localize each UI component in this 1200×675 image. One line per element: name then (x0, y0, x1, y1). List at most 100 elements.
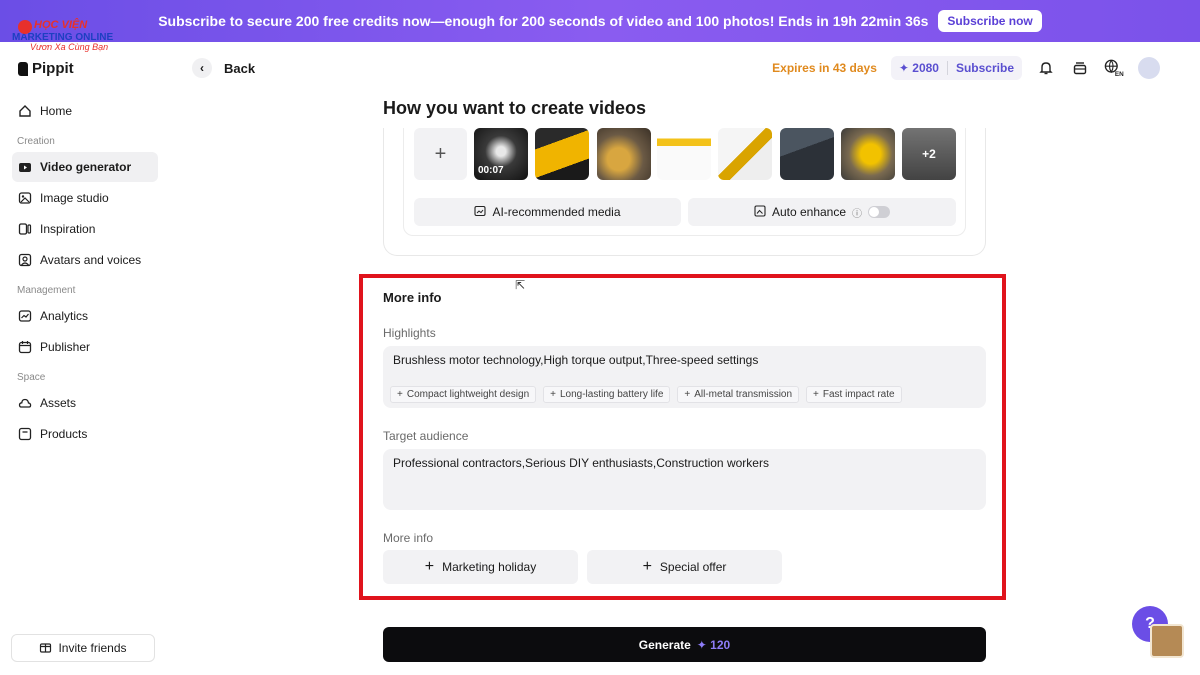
suggestion-chip[interactable]: + Fast impact rate (806, 386, 902, 403)
special-offer-button[interactable]: + Special offer (587, 550, 782, 584)
app-name: Pippit (32, 60, 74, 77)
media-icon (474, 205, 487, 220)
watermark-dot-icon (18, 20, 32, 34)
sidebar-item-label: Video generator (40, 160, 132, 174)
user-avatar[interactable] (1138, 57, 1160, 79)
pippit-logo-icon (18, 61, 28, 76)
sidebar-item-image-studio[interactable]: Image studio (12, 183, 158, 213)
promo-text: Subscribe to secure 200 free credits now… (158, 13, 929, 29)
generate-cost: ✦ 120 (696, 637, 731, 652)
media-thumbnail[interactable] (780, 128, 834, 180)
plus-icon: + (434, 142, 447, 165)
media-thumbnail[interactable] (597, 128, 651, 180)
language-code: EN (1115, 71, 1124, 78)
sidebar-item-assets[interactable]: Assets (12, 388, 158, 418)
invite-friends-button[interactable]: Invite friends (11, 634, 155, 662)
sidebar-item-label: Analytics (40, 309, 89, 323)
highlights-value: Brushless motor technology,High torque o… (393, 353, 759, 367)
sidebar-item-products[interactable]: Products (12, 419, 158, 449)
suggestion-chip[interactable]: + All-metal transmission (677, 386, 800, 403)
suggestion-chips: + Compact lightweight design + Long-lastin… (390, 386, 902, 403)
plus-icon: + (550, 389, 556, 400)
inspiration-icon (18, 222, 32, 236)
auto-enhance-label: Auto enhance (771, 205, 847, 219)
media-thumbnail[interactable] (841, 128, 895, 180)
more-info-title: More info (383, 290, 442, 305)
media-thumbnail-more[interactable]: +2 (902, 128, 956, 180)
marketing-holiday-label: Marketing holiday (442, 560, 537, 574)
media-thumbnail-video[interactable]: 00:07 (474, 128, 528, 180)
target-audience-field[interactable]: Professional contractors,Serious DIY ent… (383, 449, 986, 510)
plus-icon: + (642, 558, 652, 575)
media-thumbnail[interactable] (657, 128, 711, 180)
sidebar-item-label: Assets (40, 396, 77, 410)
sidebar-item-label: Home (40, 104, 73, 118)
gift-icon (39, 640, 52, 656)
chip-label: Compact lightweight design (406, 389, 530, 400)
header-actions: Expires in 43 days ✦ 2080 Subscribe EN (772, 56, 1160, 80)
highlights-field[interactable]: Brushless motor technology,High torque o… (383, 346, 986, 408)
globe-icon[interactable]: EN (1104, 58, 1124, 78)
sidebar: Home Creation Video generator Image stud… (0, 95, 170, 450)
section-space: Space (17, 372, 46, 383)
sidebar-item-label: Publisher (40, 340, 91, 354)
special-offer-label: Special offer (659, 560, 727, 574)
section-management: Management (17, 285, 76, 296)
media-thumbnail[interactable] (535, 128, 589, 180)
credits-subscribe[interactable]: ✦ 2080 Subscribe (890, 56, 1022, 80)
products-icon (18, 427, 32, 441)
divider (946, 61, 948, 75)
sidebar-item-video-generator[interactable]: Video generator (12, 152, 158, 182)
sidebar-item-avatars-voices[interactable]: Avatars and voices (12, 245, 158, 275)
sidebar-item-label: Image studio (40, 191, 109, 205)
page-title: How you want to create videos (383, 98, 647, 118)
target-audience-value: Professional contractors,Serious DIY ent… (393, 456, 769, 470)
sidebar-item-publisher[interactable]: Publisher (12, 332, 158, 362)
watermark-line3: Vươn Xa Cùng Bạn (30, 42, 109, 52)
subscribe-now-button[interactable]: Subscribe now (938, 10, 1042, 32)
cloud-icon (18, 396, 32, 410)
highlights-label: Highlights (383, 326, 436, 340)
ai-recommended-media-button[interactable]: AI-recommended media (414, 198, 681, 226)
marketing-holiday-button[interactable]: + Marketing holiday (383, 550, 578, 584)
layers-icon[interactable] (1070, 58, 1090, 78)
calendar-icon (18, 340, 32, 354)
chip-label: All-metal transmission (694, 389, 793, 400)
image-icon (18, 191, 32, 205)
back-button[interactable]: ‹ Back (192, 58, 255, 78)
promo-banner: Subscribe to secure 200 free credits now… (0, 0, 1200, 42)
chip-label: Long-lasting battery life (559, 389, 664, 400)
suggestion-chip[interactable]: + Long-lasting battery life (543, 386, 671, 403)
sidebar-item-analytics[interactable]: Analytics (12, 301, 158, 331)
avatar-icon (18, 253, 32, 267)
enhance-icon (754, 204, 766, 220)
media-thumbnail[interactable] (718, 128, 772, 180)
sidebar-item-inspiration[interactable]: Inspiration (12, 214, 158, 244)
plus-icon: + (397, 389, 403, 400)
generate-button[interactable]: Generate ✦ 120 (383, 627, 986, 662)
plus-icon: + (684, 389, 691, 400)
ai-media-label: AI-recommended media (492, 205, 621, 219)
bell-icon[interactable] (1036, 58, 1056, 78)
auto-enhance-toggle[interactable] (868, 206, 891, 218)
expires-label: Expires in 43 days (772, 61, 877, 75)
suggestion-chip[interactable]: + Compact lightweight design (390, 386, 537, 403)
section-creation: Creation (17, 136, 55, 147)
analytics-icon (18, 309, 32, 323)
add-media-button[interactable]: + (414, 128, 467, 180)
mouse-cursor-icon: ⇱ (515, 278, 526, 292)
plus-icon: + (424, 558, 435, 575)
generate-label: Generate (638, 637, 691, 652)
sidebar-item-label: Inspiration (40, 222, 96, 236)
sidebar-item-home[interactable]: Home (12, 96, 158, 126)
app-logo[interactable]: Pippit (18, 60, 74, 77)
subscribe-link[interactable]: Subscribe (956, 61, 1014, 75)
back-label: Back (224, 60, 256, 76)
credits-count: ✦ 2080 (898, 61, 939, 75)
more-count: +2 (902, 128, 956, 180)
info-icon[interactable]: ⓘ (852, 205, 862, 220)
invite-label: Invite friends (58, 641, 127, 655)
more-info-label: More info (383, 531, 434, 545)
sidebar-item-label: Avatars and voices (40, 253, 142, 267)
home-icon (18, 104, 32, 118)
